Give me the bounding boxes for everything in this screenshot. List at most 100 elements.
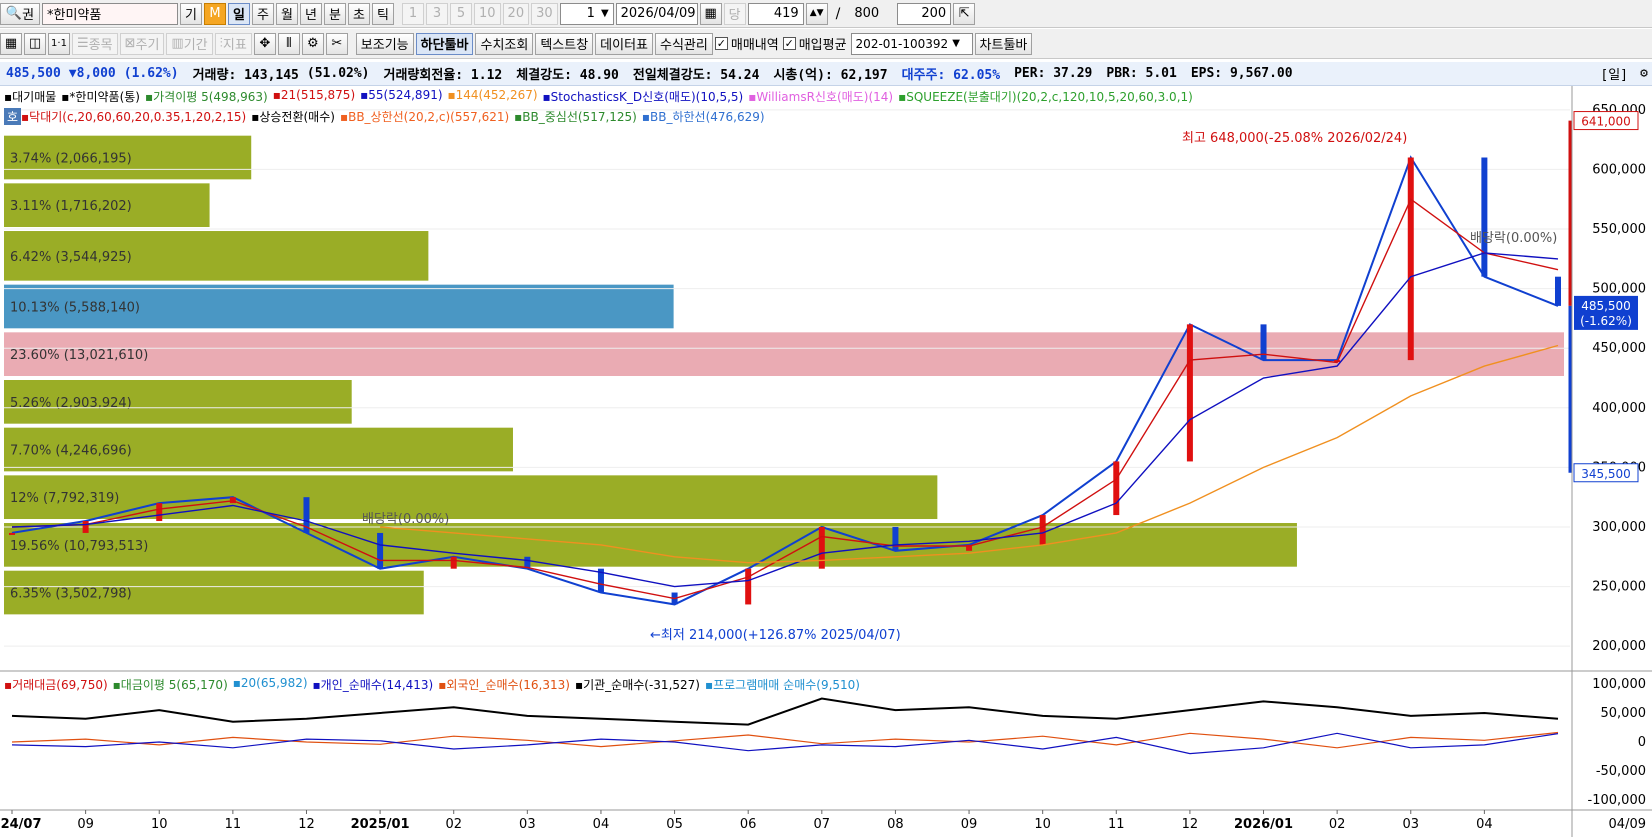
trade-history-checkbox[interactable]: ✓ 매매내역 xyxy=(714,34,779,53)
market-cap: 시총(억): 62,197 xyxy=(773,68,888,83)
price-change-pct: (1.62%) xyxy=(123,66,179,81)
candle xyxy=(377,532,384,569)
quote-info-bar: 485,500 ▼8,000 (1.62%) 거래량: 143,145 (51.… xyxy=(0,62,1652,86)
lower-legend-item-4: ▪외국인_순매수(16,313) xyxy=(438,678,570,692)
chart-toolbar-button[interactable]: 차트툴바 xyxy=(974,32,1033,55)
x-tick-label: 07 xyxy=(814,817,831,832)
lower-legend-item-0: ▪거래대금(69,750) xyxy=(4,678,108,692)
period-day-button[interactable]: 일 xyxy=(228,2,250,25)
eps-value: EPS: 9,567.00 xyxy=(1190,66,1293,81)
trade-history-label: 매매내역 xyxy=(730,38,779,53)
export-icon[interactable]: ⇱ xyxy=(953,2,976,25)
settings-icon[interactable]: ⚙ xyxy=(301,32,324,55)
current-price: 485,500 xyxy=(6,66,61,81)
x-tick-label: 02 xyxy=(1329,817,1346,832)
period-month-button[interactable]: 월 xyxy=(276,2,298,25)
checkmark-icon: ✓ xyxy=(714,37,728,50)
volume-profile-label: 6.35% (3,502,798) xyxy=(10,587,132,602)
indicator-legend-row1: ▪대기매물 ▪*한미약품(통) ▪가격이평 5(498,963) ▪21(515,87… xyxy=(4,88,1198,105)
y-tick-label: 250,000 xyxy=(1592,580,1646,595)
main-toolbar: 🔍 권 *한미약품 기 M 일 주 월 년 분 초 틱 1 3 5 10 20 3… xyxy=(0,0,1652,28)
trade-strength: 체결강도: 48.90 xyxy=(516,68,619,83)
x-tick-label: 2025/01 xyxy=(351,817,410,832)
view-count-input[interactable]: 200 xyxy=(897,2,952,25)
legend-item-4: ▪55(524,891) xyxy=(360,88,443,102)
legend-item-3: ▪21(515,875) xyxy=(272,88,356,102)
layout-icon[interactable]: ◫ xyxy=(24,32,46,55)
period-year-button[interactable]: 년 xyxy=(300,2,322,25)
calendar-icon[interactable]: ▦ xyxy=(699,2,722,25)
candle xyxy=(156,503,163,522)
minute-1-button[interactable]: 1 xyxy=(402,2,424,25)
period-prefix-gi[interactable]: 기 xyxy=(180,2,202,25)
period-tick-button[interactable]: 틱 xyxy=(372,2,394,25)
text-window-button[interactable]: 텍스트창 xyxy=(535,32,594,55)
candle xyxy=(1186,324,1193,462)
checkmark-icon: ✓ xyxy=(782,37,796,50)
legend-item-2: ▪가격이평 5(498,963) xyxy=(145,90,268,104)
pbr-value: PBR: 5.01 xyxy=(1106,66,1177,81)
price-chart[interactable]: 3.74% (2,066,195) 3.11% (1,716,202) 6.42% … xyxy=(0,86,1652,837)
bottom-toolbar-button[interactable]: 하단툴바 xyxy=(415,32,474,55)
indicator-legend-row2: 호 ▪닥대기(c,20,60,60,20,0.35,1,20,2,15) ▪상승전… xyxy=(4,108,770,125)
stocks-button[interactable]: ☰ 종목 xyxy=(72,32,118,55)
minute-20-button[interactable]: 20 xyxy=(502,2,530,25)
dividend-annotation: 배당락(0.00%) xyxy=(1470,231,1557,246)
x-tick-label: 08 xyxy=(887,817,904,832)
x-tick-label: 09 xyxy=(961,817,978,832)
data-table-button[interactable]: 데이터표 xyxy=(595,32,654,55)
x-tick-label: 2026/01 xyxy=(1234,817,1293,832)
period-minute-button[interactable]: 분 xyxy=(324,2,346,25)
period-range-button[interactable]: ▥ 기간 xyxy=(166,32,213,55)
page-total: 800 xyxy=(854,6,880,21)
page-spinner-icon[interactable]: ▲▼ xyxy=(805,2,828,25)
period-week-button[interactable]: 주 xyxy=(252,2,274,25)
x-tick-label: 06 xyxy=(740,817,757,832)
period-second-button[interactable]: 초 xyxy=(348,2,370,25)
minute-5-button[interactable]: 5 xyxy=(450,2,472,25)
indicator-button[interactable]: ⫶ 지표 xyxy=(214,32,252,55)
account-value: 202-01-100392 xyxy=(855,36,949,51)
lower-legend-item-1: ▪대금이평 5(65,170) xyxy=(112,678,228,692)
legend-item-7: ▪WilliamsR신호(매도)(14) xyxy=(748,90,894,104)
x-tick-label: 05 xyxy=(666,817,683,832)
period-prefix-m[interactable]: M xyxy=(204,2,226,25)
page-current-input[interactable]: 419 xyxy=(747,2,804,25)
crosshair-icon[interactable]: ✥ xyxy=(253,32,276,55)
minute-30-button[interactable]: 30 xyxy=(531,2,558,25)
x-tick-label: 10 xyxy=(151,817,168,832)
dang-button[interactable]: 당 xyxy=(723,2,746,25)
period-range-label: 기간 xyxy=(183,38,208,53)
avg-price-checkbox[interactable]: ✓ 매입평균 xyxy=(782,34,847,53)
cycle-label: 주기 xyxy=(135,38,160,53)
price-tag-top: 641,000 xyxy=(1581,115,1631,129)
value-query-button[interactable]: 수치조회 xyxy=(475,32,534,55)
y-tick-label: 600,000 xyxy=(1592,162,1646,177)
aux-function-button[interactable]: 보조기능 xyxy=(355,32,414,55)
formula-manager-button[interactable]: 수식관리 xyxy=(655,32,713,55)
lower-legend-item-5: ▪기관_순매수(-31,527) xyxy=(574,678,700,692)
gear-icon[interactable]: ⚙ xyxy=(1640,66,1648,81)
tools-icon[interactable]: ✂ xyxy=(325,32,348,55)
price-change: ▼8,000 xyxy=(68,66,116,81)
candle-type-icon[interactable]: ⫴ xyxy=(277,32,300,55)
candle xyxy=(1481,157,1488,277)
x-tick-label: 09 xyxy=(77,817,94,832)
low-annotation: ←최저 214,000(+126.87% 2025/04/07) xyxy=(650,628,901,643)
dividend-annotation: 배당락(0.00%) xyxy=(362,512,449,527)
count-select[interactable]: 1 ▼ xyxy=(559,2,614,25)
count-value: 1 xyxy=(586,6,595,21)
stock-name-input[interactable]: *한미약품 xyxy=(42,2,178,25)
one-by-one-icon[interactable]: 1·1 xyxy=(48,32,70,55)
x-tick-label: 04 xyxy=(593,817,610,832)
stock-search-button[interactable]: 🔍 권 xyxy=(0,2,40,25)
account-select[interactable]: 202-01-100392 ▼ xyxy=(850,32,973,55)
chevron-down-icon: ▼ xyxy=(952,38,960,49)
volume-profile-label: 7.70% (4,246,696) xyxy=(10,444,132,459)
minute-10-button[interactable]: 10 xyxy=(474,2,501,25)
cycle-button[interactable]: ⊠ 주기 xyxy=(119,32,165,55)
grid-icon[interactable]: ▦ xyxy=(0,32,22,55)
minute-3-button[interactable]: 3 xyxy=(426,2,448,25)
date-input[interactable]: 2026/04/09 xyxy=(615,2,698,25)
lower-y-tick-label: 100,000 xyxy=(1592,677,1646,692)
